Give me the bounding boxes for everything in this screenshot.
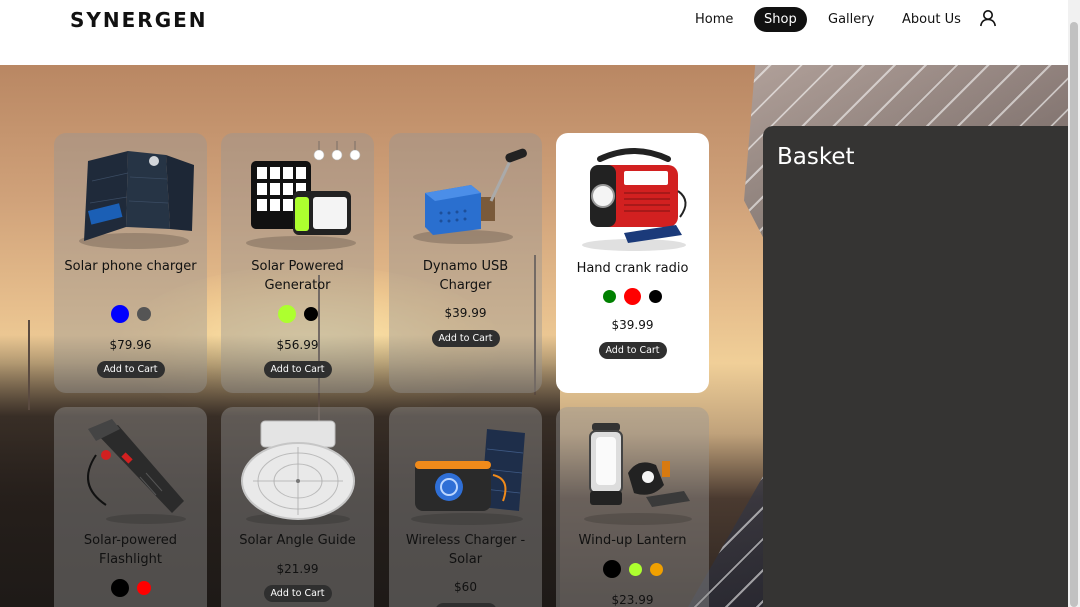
nav-about-us[interactable]: About Us <box>902 7 961 32</box>
product-name: Wind-up Lantern <box>578 533 687 548</box>
add-to-cart-button-partial[interactable] <box>435 603 497 607</box>
product-price: $39.99 <box>444 306 487 320</box>
product-card: Wind-up Lantern $23.99 <box>556 407 709 607</box>
solar-generator-image <box>245 141 360 250</box>
product-name: Wireless Charger - Solar <box>405 533 526 567</box>
color-options <box>556 288 709 305</box>
color-swatch-red[interactable] <box>624 288 641 305</box>
nav-shop[interactable]: Shop <box>754 7 807 32</box>
basket-title: Basket <box>777 144 855 170</box>
color-swatch-orange[interactable] <box>649 562 663 576</box>
product-name: Dynamo USB Charger <box>422 259 509 293</box>
color-swatch-red[interactable] <box>136 581 151 595</box>
product-price: $60 <box>454 580 477 594</box>
wireless-charger-image <box>410 429 525 525</box>
add-to-cart-button[interactable]: Add to Cart <box>96 361 165 378</box>
add-to-cart-button[interactable]: Add to Cart <box>263 361 332 378</box>
product-card: Dynamo USB Charger $39.99 Add to Cart <box>389 133 542 393</box>
nav-home[interactable]: Home <box>695 7 733 32</box>
site-header: SYNERGEN Home Shop Gallery About Us <box>0 0 1068 65</box>
product-card: Solar Angle Guide $21.99 Add to Cart <box>221 407 374 607</box>
lantern-image <box>583 423 692 525</box>
product-name: Solar phone charger <box>64 259 197 274</box>
product-card: Solar phone charger $79.96 Add to Cart <box>54 133 207 393</box>
product-name: Solar-powered Flashlight <box>83 533 178 567</box>
wind-turbine-tower <box>28 320 30 410</box>
product-card: Solar Powered Generator $56.99 Add to Ca… <box>221 133 374 393</box>
product-price: $21.99 <box>276 562 319 576</box>
scrollbar-thumb[interactable] <box>1070 22 1078 607</box>
color-swatch-green[interactable] <box>603 290 616 303</box>
color-options <box>556 560 709 578</box>
product-name: Hand crank radio <box>576 261 689 276</box>
color-swatch-black[interactable] <box>649 290 662 303</box>
product-price: $23.99 <box>611 593 654 607</box>
add-to-cart-button[interactable]: Add to Cart <box>431 330 500 347</box>
nav-gallery[interactable]: Gallery <box>828 7 874 32</box>
hand-crank-radio-image <box>581 148 686 251</box>
product-card: Solar-powered Flashlight <box>54 407 207 607</box>
product-name: Solar Angle Guide <box>239 533 356 548</box>
color-swatch-black[interactable] <box>303 307 318 321</box>
angle-guide-image <box>240 420 355 525</box>
color-options <box>54 579 207 597</box>
solar-panel-charger-image <box>78 151 194 249</box>
product-price: $79.96 <box>109 338 152 352</box>
product-price: $56.99 <box>276 338 319 352</box>
user-account-icon[interactable] <box>979 9 997 27</box>
basket-panel: Basket <box>763 126 1068 607</box>
brand-logo[interactable]: SYNERGEN <box>70 8 208 32</box>
color-swatch-black[interactable] <box>602 560 621 578</box>
add-to-cart-button[interactable]: Add to Cart <box>598 342 667 359</box>
color-swatch-green[interactable] <box>277 305 296 323</box>
color-swatch-gray[interactable] <box>136 307 151 321</box>
color-swatch-black[interactable] <box>110 579 129 597</box>
page-scrollbar[interactable] <box>1068 0 1080 607</box>
color-swatch-blue[interactable] <box>110 305 129 323</box>
dynamo-charger-image <box>412 148 527 244</box>
product-card: Wireless Charger - Solar $60 <box>389 407 542 607</box>
color-options <box>54 305 207 323</box>
product-card: Hand crank radio $39.99 Add to Cart <box>556 133 709 393</box>
flashlight-image <box>86 419 186 524</box>
product-price: $39.99 <box>611 318 654 332</box>
color-swatch-green[interactable] <box>628 562 642 576</box>
add-to-cart-button[interactable]: Add to Cart <box>263 585 332 602</box>
product-name: Solar Powered Generator <box>251 259 344 293</box>
color-options <box>221 305 374 323</box>
